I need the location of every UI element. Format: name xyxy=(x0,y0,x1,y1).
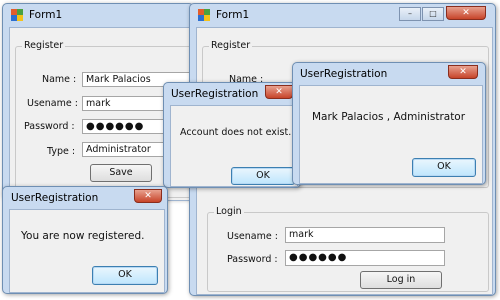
username-label: Usename : xyxy=(27,98,78,109)
msgbox-body: Account does not exist. OK xyxy=(170,105,298,187)
msgbox-text: Mark Palacios , Administrator xyxy=(312,111,466,123)
msgbox-text: Account does not exist. xyxy=(180,127,292,138)
ok-button[interactable]: OK xyxy=(92,266,158,285)
ok-button[interactable]: OK xyxy=(231,167,295,185)
msgbox-text: You are now registered. xyxy=(21,230,145,242)
register-group-label: Register xyxy=(22,40,66,51)
login-password-input[interactable]: ●●●●●● xyxy=(285,250,445,266)
msgbox-registered: UserRegistration ✕ You are now registere… xyxy=(2,186,168,294)
msgbox-title: UserRegistration xyxy=(300,68,388,80)
name-label: Name : xyxy=(42,74,77,85)
msgbox-title: UserRegistration xyxy=(11,192,99,204)
register-group-label: Register xyxy=(209,40,253,51)
msgbox-title: UserRegistration xyxy=(171,88,259,100)
minimize-icon[interactable]: – xyxy=(399,7,421,21)
close-icon[interactable]: ✕ xyxy=(446,6,486,20)
form1-right-title: Form1 xyxy=(216,9,250,21)
msgbox-admin: UserRegistration ✕ Mark Palacios , Admin… xyxy=(292,62,486,185)
msgbox-titlebar[interactable]: UserRegistration ✕ xyxy=(293,63,485,85)
close-icon[interactable]: ✕ xyxy=(448,65,478,79)
msgbox-body: You are now registered. OK xyxy=(9,209,165,293)
maximize-icon[interactable]: □ xyxy=(422,7,444,21)
form-icon xyxy=(198,9,210,21)
msgbox-titlebar[interactable]: UserRegistration ✕ xyxy=(3,187,167,209)
login-group-label: Login xyxy=(214,206,244,217)
login-username-input[interactable]: mark xyxy=(285,227,445,243)
form1-left-titlebar[interactable]: Form1 xyxy=(3,4,193,26)
form1-right-titlebar[interactable]: Form1 – □ ✕ xyxy=(190,4,495,26)
password-label: Password : xyxy=(24,121,75,132)
form-icon xyxy=(11,9,23,21)
login-password-label: Password : xyxy=(227,254,278,265)
form1-left-title: Form1 xyxy=(29,9,63,21)
msgbox-account-not-exist: UserRegistration ✕ Account does not exis… xyxy=(163,82,301,188)
login-username-label: Usename : xyxy=(227,231,278,242)
close-icon[interactable]: ✕ xyxy=(265,85,293,99)
msgbox-body: Mark Palacios , Administrator OK xyxy=(299,85,483,184)
login-button[interactable]: Log in xyxy=(360,271,442,289)
type-label: Type : xyxy=(47,146,76,157)
ok-button[interactable]: OK xyxy=(412,158,476,177)
msgbox-titlebar[interactable]: UserRegistration ✕ xyxy=(164,83,300,105)
save-button[interactable]: Save xyxy=(90,164,152,182)
close-icon[interactable]: ✕ xyxy=(134,189,162,203)
